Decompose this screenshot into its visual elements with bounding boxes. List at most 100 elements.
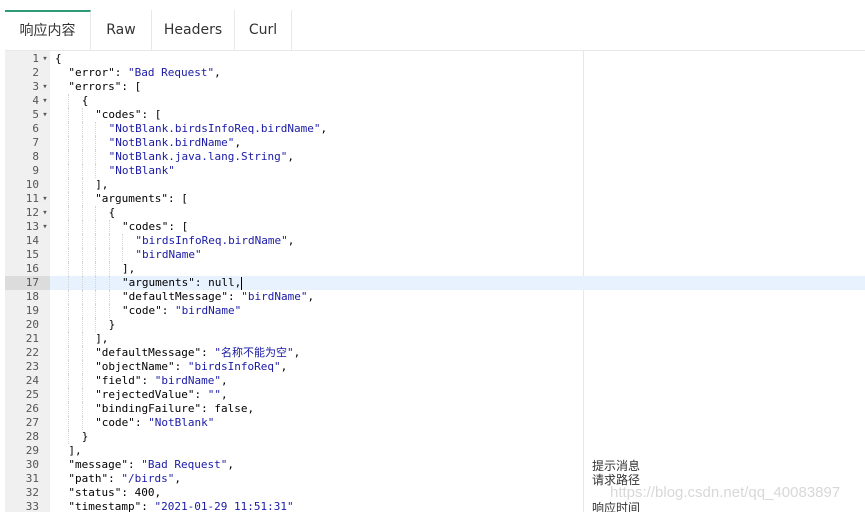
string-token: "birdName" — [175, 304, 242, 317]
tab-headers[interactable]: Headers — [152, 10, 235, 50]
code-line[interactable]: 30 "message": "Bad Request", — [5, 458, 865, 472]
chevron-down-icon[interactable]: ▾ — [41, 52, 49, 66]
chevron-down-icon[interactable]: ▾ — [41, 206, 49, 220]
key-token: "codes" — [95, 108, 142, 121]
key-token: "status" — [68, 486, 122, 499]
code-text: ], — [68, 444, 81, 458]
code-line[interactable]: 11 ▾ "arguments": [ — [5, 192, 865, 206]
tab-response-content[interactable]: 响应内容 — [5, 10, 91, 50]
code-text: } — [109, 318, 116, 332]
key-token: "arguments" — [95, 192, 169, 205]
tab-bar-spacer — [292, 10, 865, 50]
code-line[interactable]: 17 "arguments": null, — [5, 276, 865, 290]
code-line[interactable]: 28} — [5, 430, 865, 444]
key-token: "defaultMessage" — [95, 346, 202, 359]
line-number: 30 — [25, 458, 39, 471]
line-number: 3 — [32, 80, 39, 93]
string-token: "2021-01-29 11:51:31" — [154, 500, 294, 512]
punct-token: , — [221, 388, 228, 401]
response-tabs: 响应内容 Raw Headers Curl — [5, 10, 865, 51]
code-text: "defaultMessage": "birdName", — [122, 290, 314, 304]
code-line[interactable]: 6 "NotBlank.birdsInfoReq.birdName", — [5, 122, 865, 136]
punct-token: ], — [95, 178, 109, 191]
code-text: "birdsInfoReq.birdName", — [135, 234, 294, 248]
string-token: "birdsInfoReq.birdName" — [135, 234, 288, 247]
code-line[interactable]: 16], — [5, 262, 865, 276]
line-number: 7 — [32, 136, 39, 149]
string-token: "birdName" — [135, 248, 202, 261]
punct-token: { — [81, 94, 89, 107]
chevron-down-icon[interactable]: ▾ — [41, 108, 49, 122]
line-number: 31 — [25, 472, 39, 485]
code-line[interactable]: 21], — [5, 332, 865, 346]
chevron-down-icon[interactable]: ▾ — [41, 192, 49, 206]
punct-token: : [ — [168, 220, 189, 233]
key-token: "errors" — [68, 80, 122, 93]
punct-token: , — [214, 66, 221, 79]
punct-token: } — [81, 430, 89, 443]
code-line[interactable]: 10], — [5, 178, 865, 192]
json-code-editor[interactable]: 1 ▾{2 "error": "Bad Request", 3 ▾ "errors": [… — [5, 51, 865, 512]
line-number: 23 — [25, 360, 39, 373]
code-line[interactable]: 5 ▾ "codes": [ — [5, 108, 865, 122]
punct-token: ], — [95, 332, 109, 345]
key-token: "code" — [122, 304, 162, 317]
code-line[interactable]: 26 "bindingFailure": false, — [5, 402, 865, 416]
chevron-down-icon[interactable]: ▾ — [41, 94, 49, 108]
code-line[interactable]: 9 "NotBlank" — [5, 164, 865, 178]
line-number: 22 — [25, 346, 39, 359]
code-line[interactable]: 25 "rejectedValue": "", — [5, 388, 865, 402]
tab-raw[interactable]: Raw — [91, 10, 152, 50]
line-number: 16 — [25, 262, 39, 275]
key-token: "codes" — [122, 220, 169, 233]
punct-token: , — [227, 458, 234, 471]
punct-token: 400 — [134, 486, 155, 499]
code-line[interactable]: 13 ▾ "codes": [ — [5, 220, 865, 234]
code-text: "objectName": "birdsInfoReq", — [95, 360, 287, 374]
chevron-down-icon[interactable]: ▾ — [41, 80, 49, 94]
code-text: "code": "birdName" — [122, 304, 241, 318]
code-line[interactable]: 24 "field": "birdName", — [5, 374, 865, 388]
line-number: 10 — [25, 178, 39, 191]
code-line[interactable]: 27 "code": "NotBlank" — [5, 416, 865, 430]
punct-token: : [ — [168, 192, 188, 205]
code-line[interactable]: 2 "error": "Bad Request", — [5, 66, 865, 80]
line-number: 11 — [25, 192, 39, 205]
chevron-down-icon[interactable]: ▾ — [41, 220, 49, 234]
punct-token: : — [194, 388, 208, 401]
code-line[interactable]: 18 "defaultMessage": "birdName", — [5, 290, 865, 304]
key-token: "field" — [95, 374, 142, 387]
code-line[interactable]: 22 "defaultMessage": "名称不能为空", — [5, 346, 865, 360]
code-text: { — [82, 94, 89, 108]
code-text: "arguments": null, — [122, 276, 241, 290]
key-token: "error" — [68, 66, 115, 79]
code-text: { — [109, 206, 116, 220]
code-line[interactable]: 15 "birdName" — [5, 248, 865, 262]
tab-curl[interactable]: Curl — [235, 10, 292, 50]
code-line[interactable]: 7 "NotBlank.birdName", — [5, 136, 865, 150]
punct-token: : — [161, 304, 175, 317]
code-line[interactable]: 1 ▾ { — [5, 52, 865, 66]
code-line[interactable]: 14 "birdsInfoReq.birdName", — [5, 234, 865, 248]
code-line[interactable]: 12 ▾ { — [5, 206, 865, 220]
punct-token: : [ — [141, 108, 162, 121]
line-number: 12 — [25, 206, 39, 219]
code-line[interactable]: 19 "code": "birdName" — [5, 304, 865, 318]
punct-token: : — [194, 276, 209, 289]
code-line[interactable]: 33 "timestamp": "2021-01-29 11:51:31" — [5, 500, 865, 512]
code-line[interactable]: 3 ▾ "errors": [ — [5, 80, 865, 94]
punct-token: null — [208, 276, 235, 289]
code-line[interactable]: 4 ▾ { — [5, 94, 865, 108]
string-token: "NotBlank.java.lang.String" — [108, 150, 288, 163]
code-text: "errors": [ — [68, 80, 141, 94]
code-line[interactable]: 8 "NotBlank.java.lang.String", — [5, 150, 865, 164]
code-line[interactable]: 23 "objectName": "birdsInfoReq", — [5, 360, 865, 374]
code-line[interactable]: 20} — [5, 318, 865, 332]
code-text: "defaultMessage": "名称不能为空", — [95, 346, 300, 360]
line-number: 26 — [25, 402, 39, 415]
string-token: "Bad Request" — [141, 458, 228, 471]
code-line[interactable]: 29], — [5, 444, 865, 458]
code-text: "error": "Bad Request", — [68, 66, 220, 80]
punct-token: , — [307, 290, 315, 303]
code-text: "timestamp": "2021-01-29 11:51:31" — [68, 500, 293, 512]
